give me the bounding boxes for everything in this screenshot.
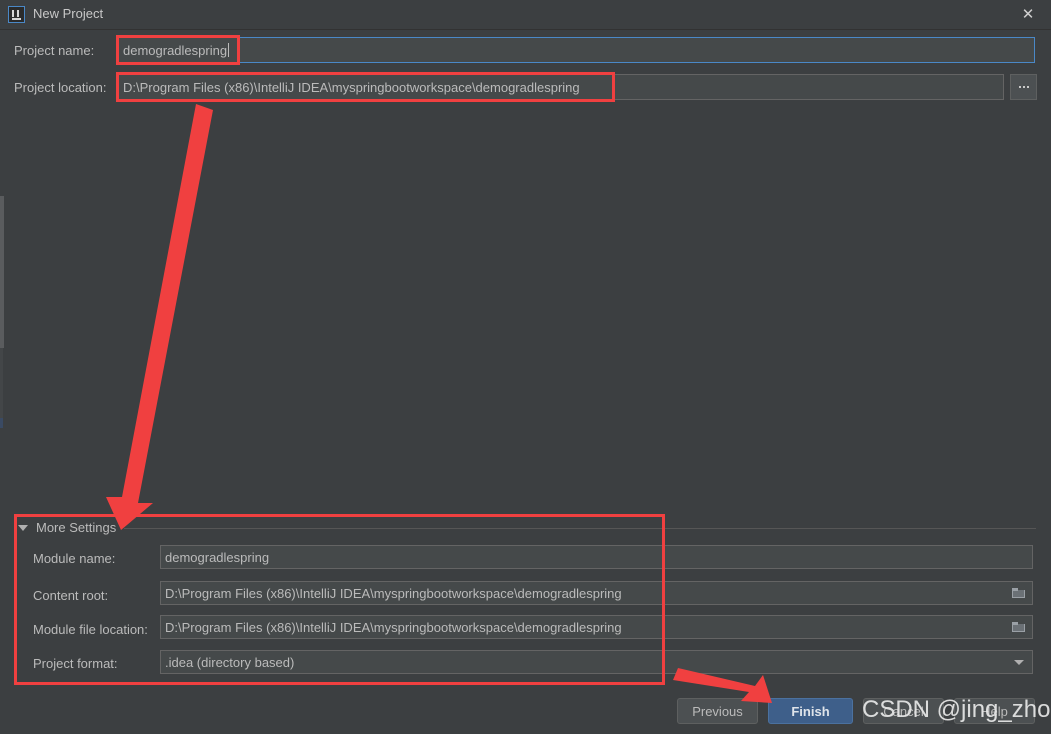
project-name-label: Project name: bbox=[14, 43, 95, 58]
content-root-browse-button[interactable] bbox=[1004, 581, 1033, 605]
window-title: New Project bbox=[33, 6, 104, 21]
module-name-input[interactable]: demogradlespring bbox=[160, 545, 1033, 569]
background-edge-sliver bbox=[0, 348, 3, 418]
module-name-label: Module name: bbox=[33, 551, 116, 566]
project-location-input[interactable]: D:\Program Files (x86)\IntelliJ IDEA\mys… bbox=[118, 74, 1004, 100]
project-format-label: Project format: bbox=[33, 656, 118, 671]
chevron-down-icon bbox=[1013, 659, 1024, 665]
project-name-value: demogradlespring bbox=[123, 42, 228, 58]
title-bar: New Project ✕ bbox=[0, 0, 1051, 30]
watermark-text: CSDN @jing_zhong bbox=[862, 696, 1051, 723]
ellipsis-icon bbox=[1018, 86, 1029, 88]
more-settings-divider bbox=[124, 528, 1036, 529]
folder-icon bbox=[1011, 621, 1026, 633]
background-edge-accent bbox=[0, 418, 3, 428]
module-name-value: demogradlespring bbox=[165, 549, 270, 565]
project-location-label: Project location: bbox=[14, 80, 107, 95]
content-root-input[interactable]: D:\Program Files (x86)\IntelliJ IDEA\mys… bbox=[160, 581, 1033, 605]
module-file-location-browse-button[interactable] bbox=[1004, 615, 1033, 639]
project-format-value: .idea (directory based) bbox=[165, 654, 295, 670]
previous-button[interactable]: Previous bbox=[677, 698, 758, 724]
background-scrollbar-sliver bbox=[0, 196, 4, 348]
chevron-down-icon bbox=[18, 524, 28, 531]
module-file-location-value: D:\Program Files (x86)\IntelliJ IDEA\mys… bbox=[165, 619, 622, 635]
close-icon[interactable]: ✕ bbox=[1005, 0, 1051, 29]
new-project-dialog: New Project ✕ Project name: demogradlesp… bbox=[0, 0, 1051, 734]
more-settings-label: More Settings bbox=[36, 520, 117, 535]
project-format-select[interactable]: .idea (directory based) bbox=[160, 650, 1033, 674]
module-file-location-label: Module file location: bbox=[33, 622, 148, 637]
folder-icon bbox=[1011, 587, 1026, 599]
project-location-value: D:\Program Files (x86)\IntelliJ IDEA\mys… bbox=[123, 79, 580, 95]
finish-button[interactable]: Finish bbox=[768, 698, 853, 724]
more-settings-toggle[interactable]: More Settings bbox=[18, 520, 116, 535]
content-root-value: D:\Program Files (x86)\IntelliJ IDEA\mys… bbox=[165, 585, 622, 601]
intellij-idea-icon bbox=[8, 6, 25, 23]
project-format-dropdown-button[interactable] bbox=[1004, 650, 1033, 674]
project-location-browse-button[interactable] bbox=[1010, 74, 1037, 100]
project-name-input[interactable]: demogradlespring bbox=[118, 37, 1035, 63]
content-root-label: Content root: bbox=[33, 588, 109, 603]
module-file-location-input[interactable]: D:\Program Files (x86)\IntelliJ IDEA\mys… bbox=[160, 615, 1033, 639]
